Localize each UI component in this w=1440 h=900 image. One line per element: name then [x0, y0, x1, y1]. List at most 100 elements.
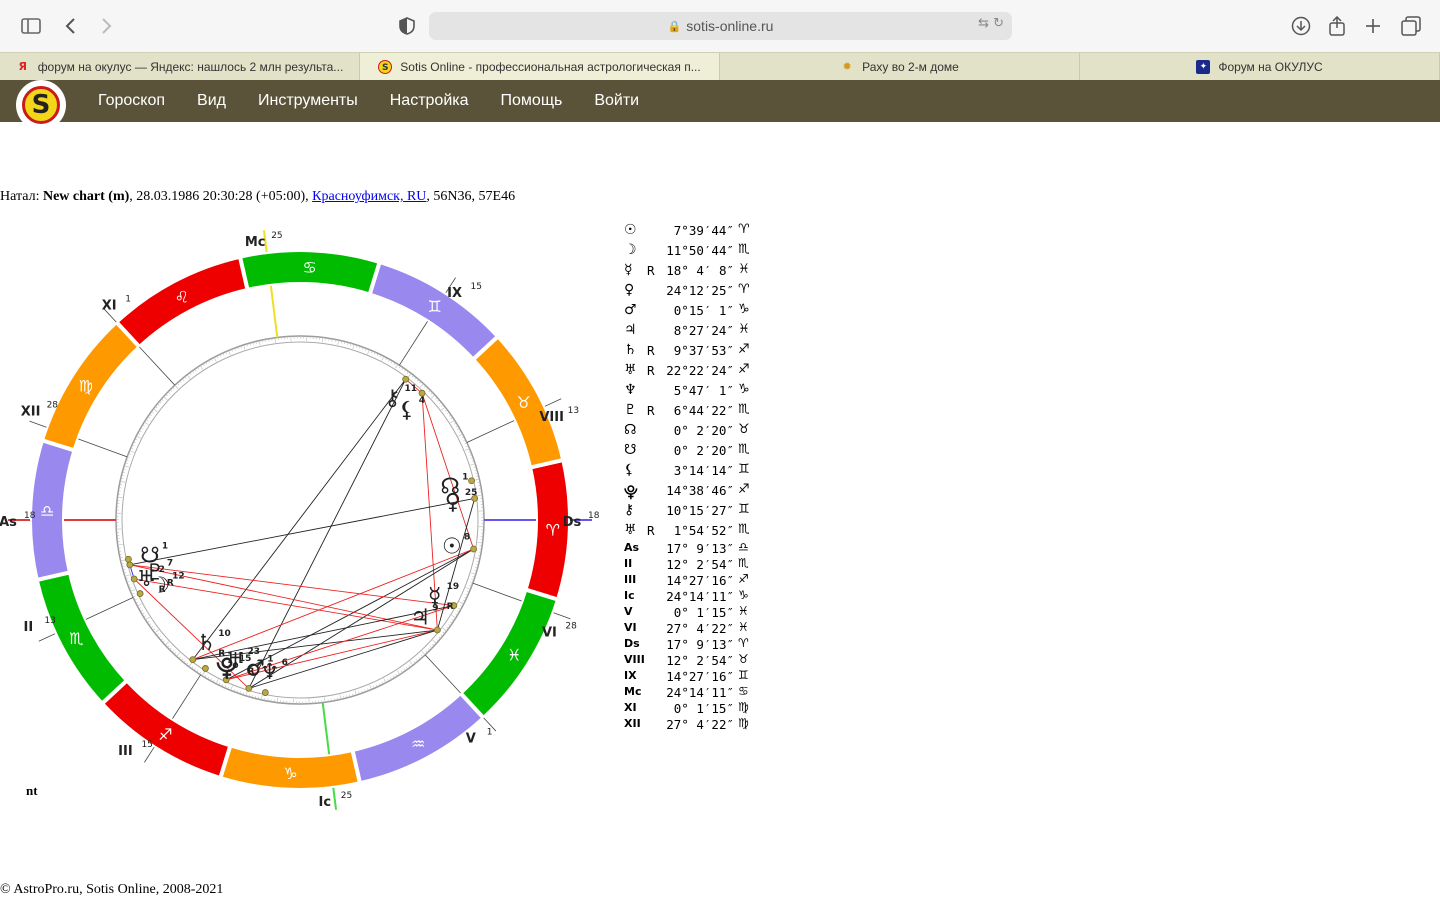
planet-degree: 1 — [162, 541, 168, 551]
house-cusp-outer-line — [553, 612, 571, 620]
degree-tick — [245, 690, 248, 696]
planet-row: ♀ 24°12′25″ ♈ — [622, 280, 762, 300]
degree-tick — [419, 381, 422, 384]
planet-glyph: ☊ — [440, 475, 460, 500]
tab-yandex[interactable]: Я форум на окулус — Яндекс: нашлось 2 мл… — [0, 53, 360, 80]
lock-icon: 🔒 — [667, 20, 682, 33]
row-glyph: Ds — [624, 637, 640, 650]
row-retro: R — [647, 403, 655, 418]
tab-sotis[interactable]: S Sotis Online - профессиональная астрол… — [360, 53, 720, 80]
cusp-row: As 17° 9′13″ ♎ — [622, 540, 762, 556]
planet-row: ♅ R 1°54′52″ ♏ — [622, 520, 762, 540]
degree-tick — [153, 408, 158, 413]
sidebar-toggle-icon[interactable] — [18, 13, 44, 39]
degree-tick — [409, 661, 414, 666]
tab-label: Форум на ОКУЛУС — [1218, 59, 1323, 74]
share-icon[interactable] — [1324, 13, 1350, 39]
planet-glyph: ⚷ — [384, 386, 400, 411]
menu-help[interactable]: Помощь — [501, 92, 563, 110]
row-glyph: ☿ — [624, 262, 633, 278]
house-cusp-line — [424, 654, 461, 694]
planet-degree: 19 — [447, 582, 460, 592]
house-number: Ic — [319, 795, 332, 810]
tab-oculus[interactable]: ✦ Форум на ОКУЛУС — [1080, 53, 1440, 80]
row-glyph: ⚸ — [624, 462, 635, 478]
cusp-row: VIII 12° 2′54″ ♉ — [622, 652, 762, 668]
degree-tick — [199, 365, 204, 370]
planet-degree: 1 — [462, 473, 468, 483]
row-sign: ♐ — [738, 482, 750, 497]
row-glyph: Mc — [624, 685, 642, 698]
degree-tick — [434, 397, 438, 400]
row-degree: 17° 9′13″ — [666, 637, 734, 652]
tab-overview-icon[interactable] — [1398, 13, 1424, 39]
planet-degree: 11 — [404, 384, 417, 394]
chart-place-link[interactable]: Красноуфимск, RU — [312, 189, 426, 204]
oculus-icon: ✦ — [1196, 59, 1211, 74]
degree-tick — [276, 697, 279, 703]
new-tab-icon[interactable] — [1360, 13, 1386, 39]
degree-tick — [120, 559, 126, 562]
row-degree: 8°27′24″ — [673, 323, 734, 338]
degree-tick — [442, 627, 447, 632]
row-sign: ♏ — [738, 442, 750, 457]
chart-header: Натал: New chart (m), 28.03.1986 20:30:2… — [0, 189, 515, 205]
row-glyph: ☋ — [624, 442, 637, 458]
degree-tick — [169, 647, 172, 650]
planet-degree: 2 — [159, 565, 165, 575]
house-degree: 25 — [271, 231, 282, 241]
tab-rahu[interactable]: ✹ Раху во 2-м доме — [720, 53, 1080, 80]
degree-tick — [451, 614, 456, 619]
house-degree: 25 — [341, 791, 352, 801]
row-sign: ♎ — [738, 540, 749, 554]
degree-tick — [431, 394, 436, 399]
menu-view[interactable]: Вид — [197, 92, 226, 110]
sotis-logo[interactable]: S — [16, 80, 66, 130]
menu-login[interactable]: Войти — [594, 92, 639, 110]
degree-tick — [124, 574, 130, 577]
row-degree: 14°38′46″ — [666, 483, 734, 498]
address-bar[interactable]: 🔒 sotis-online.ru ⇆ ↻ — [429, 12, 1012, 40]
translate-reload-icon[interactable]: ⇆ ↻ — [978, 16, 1004, 31]
house-cusp-line — [85, 597, 134, 620]
row-glyph: III — [624, 573, 637, 586]
row-degree: 1°54′52″ — [673, 523, 734, 538]
shield-icon[interactable] — [394, 13, 420, 39]
planet-row: ⯓ 14°38′46″ ♐ — [622, 480, 762, 501]
degree-tick — [171, 650, 174, 653]
degree-tick — [425, 650, 428, 653]
row-glyph: VIII — [624, 653, 645, 666]
degree-tick — [162, 640, 166, 643]
sign-glyph: ♍ — [79, 376, 93, 395]
degree-tick — [165, 393, 168, 397]
degree-tick — [167, 645, 170, 648]
degree-tick — [383, 678, 387, 683]
planet-glyph: ♃ — [410, 605, 430, 630]
forward-icon[interactable] — [93, 13, 119, 39]
degree-tick — [176, 652, 181, 657]
degree-tick — [178, 656, 181, 659]
degree-tick — [396, 670, 401, 675]
degree-tick — [450, 419, 455, 424]
degree-tick — [352, 344, 355, 350]
row-degree: 18° 4′ 8″ — [666, 263, 734, 278]
menu-tools[interactable]: Инструменты — [258, 92, 358, 110]
row-glyph: ♅ — [624, 362, 637, 378]
download-icon[interactable] — [1288, 13, 1314, 39]
house-degree: 18 — [24, 511, 36, 521]
menu-horoscope[interactable]: Гороскоп — [98, 92, 165, 110]
planet-glyph: ⯓ — [216, 656, 238, 681]
row-sign: ♏ — [738, 522, 750, 537]
back-icon[interactable] — [58, 13, 84, 39]
degree-tick — [120, 480, 126, 483]
degree-tick — [137, 603, 142, 607]
planet-degree: 12 — [172, 571, 185, 581]
cusp-row: IX 14°27′16″ ♊ — [622, 668, 762, 684]
row-glyph: V — [624, 605, 633, 618]
degree-tick — [258, 340, 261, 346]
degree-tick — [172, 387, 175, 390]
house-number: XII — [21, 404, 41, 419]
degree-tick — [367, 349, 370, 355]
menu-settings[interactable]: Настройка — [390, 92, 469, 110]
retrograde-mark: R — [159, 585, 166, 595]
